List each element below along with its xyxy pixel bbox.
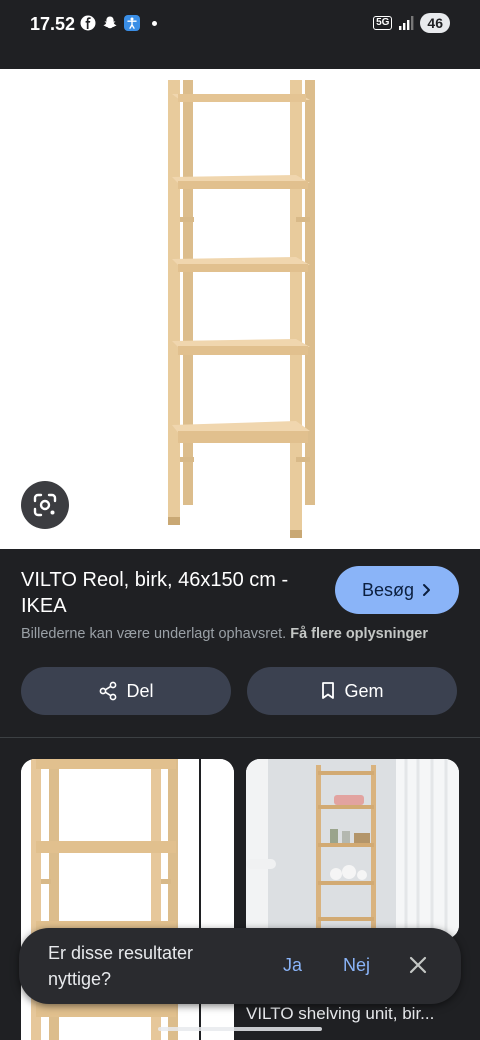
status-right: 5G 46 [373,13,450,33]
result-title[interactable]: VILTO Reol, birk, 46x150 cm - IKEA [21,567,321,619]
save-label: Gem [344,680,384,701]
copyright-notice: Billederne kan være underlagt ophavsret.… [21,626,428,642]
shelf-illustration [168,80,315,538]
feedback-no-button[interactable]: Nej [343,955,370,976]
dot-icon [152,20,157,26]
visit-button-label: Besøg [361,579,415,600]
visit-button[interactable]: Besøg [335,566,459,614]
bookmark-icon [322,682,335,699]
share-label: Del [126,680,154,701]
feedback-question: Er disse resultater nyttige? [48,943,194,989]
network-badge: 5G [373,16,393,30]
chevron-right-icon [423,584,431,596]
accessibility-icon [124,15,140,31]
related-card[interactable] [246,759,459,939]
close-icon[interactable] [407,954,429,976]
lens-icon [33,493,57,517]
snapchat-icon [103,16,117,29]
signal-icon [399,16,414,30]
home-indicator[interactable] [158,1027,322,1031]
save-button[interactable]: Gem [247,667,457,715]
copyright-text: Billederne kan være underlagt ophavsret. [21,626,287,642]
facebook-icon [80,15,96,31]
battery-indicator: 46 [420,13,450,33]
result-info-panel: VILTO Reol, birk, 46x150 cm - IKEA Besøg… [0,549,480,737]
status-bar: 17.52 5G 46 [0,0,480,52]
top-spacer [0,52,480,69]
notification-icons [80,15,157,31]
product-image[interactable] [0,69,480,549]
more-info-link[interactable]: Få flere oplysninger [290,626,428,642]
feedback-snackbar: Er disse resultater nyttige? Ja Nej [19,928,461,1004]
share-button[interactable]: Del [21,667,231,715]
google-lens-button[interactable] [21,481,69,529]
related-card-caption[interactable]: VILTO shelving unit, bir... [246,1004,434,1024]
status-time: 17.52 [30,14,76,34]
share-icon [100,681,117,701]
related-image-bathroom [246,759,459,939]
feedback-yes-button[interactable]: Ja [283,955,302,976]
